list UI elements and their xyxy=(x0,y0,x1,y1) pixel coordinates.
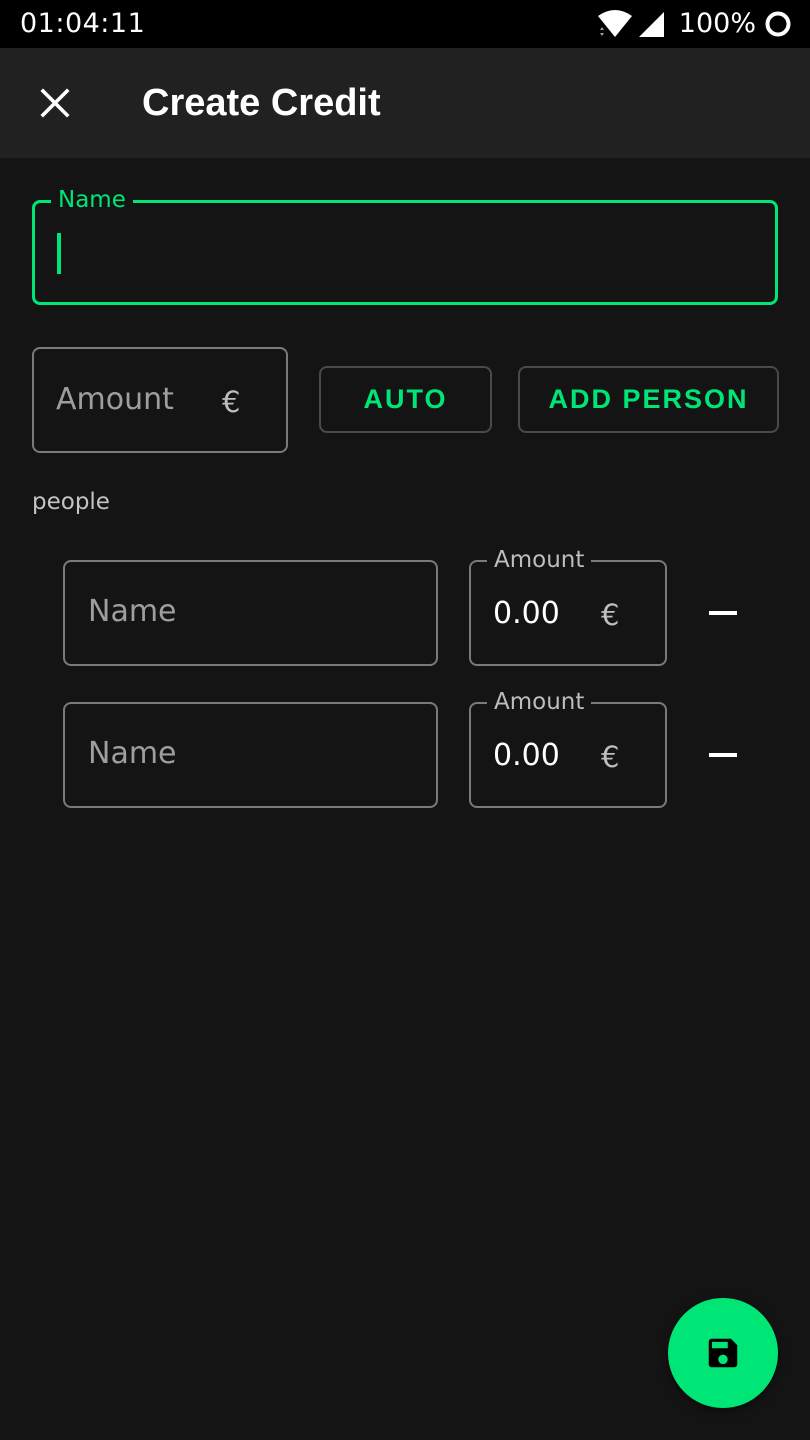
person-amount-currency: € xyxy=(601,740,620,774)
battery-percent: 100% xyxy=(678,8,756,39)
person-row: Name Amount 0.00 € xyxy=(0,545,810,666)
person-amount-label: Amount xyxy=(487,545,592,575)
person-amount-currency: € xyxy=(601,598,620,632)
add-person-button[interactable]: ADD PERSON xyxy=(518,366,779,433)
people-label: people xyxy=(32,489,110,515)
close-button[interactable] xyxy=(28,76,82,130)
person-name-placeholder: Name xyxy=(88,594,177,629)
minus-icon xyxy=(709,753,737,757)
create-credit-screen: 01:04:11 100% Create Credit Name Amount … xyxy=(0,0,810,1440)
battery-icon xyxy=(765,11,791,37)
person-name-placeholder: Name xyxy=(88,736,177,771)
person-row: Name Amount 0.00 € xyxy=(0,687,810,808)
person-amount-label: Amount xyxy=(487,687,592,717)
name-field[interactable]: Name xyxy=(32,185,778,305)
amount-placeholder: Amount xyxy=(56,382,174,417)
minus-icon xyxy=(709,611,737,615)
person-amount-value: 0.00 xyxy=(493,596,560,631)
text-cursor xyxy=(57,233,61,274)
page-title: Create Credit xyxy=(142,82,381,124)
app-bar: Create Credit xyxy=(0,48,810,158)
amount-currency-suffix: € xyxy=(222,385,241,419)
status-icons: 100% xyxy=(597,8,792,40)
person-amount-value: 0.00 xyxy=(493,738,560,773)
signal-icon xyxy=(638,12,664,37)
auto-button[interactable]: AUTO xyxy=(319,366,492,433)
amount-field[interactable]: Amount € xyxy=(32,347,288,453)
person-amount-field[interactable]: Amount 0.00 € xyxy=(469,545,667,666)
status-time: 01:04:11 xyxy=(20,8,146,39)
name-field-label: Name xyxy=(51,185,133,215)
remove-person-button[interactable] xyxy=(700,590,746,636)
status-bar: 01:04:11 100% xyxy=(0,0,810,48)
save-icon xyxy=(708,1338,738,1368)
save-fab-button[interactable] xyxy=(668,1298,778,1408)
close-icon xyxy=(40,88,70,118)
person-amount-field[interactable]: Amount 0.00 € xyxy=(469,687,667,808)
wifi-icon xyxy=(597,10,632,37)
person-name-field[interactable]: Name xyxy=(63,702,438,808)
person-name-field[interactable]: Name xyxy=(63,560,438,666)
remove-person-button[interactable] xyxy=(700,732,746,778)
